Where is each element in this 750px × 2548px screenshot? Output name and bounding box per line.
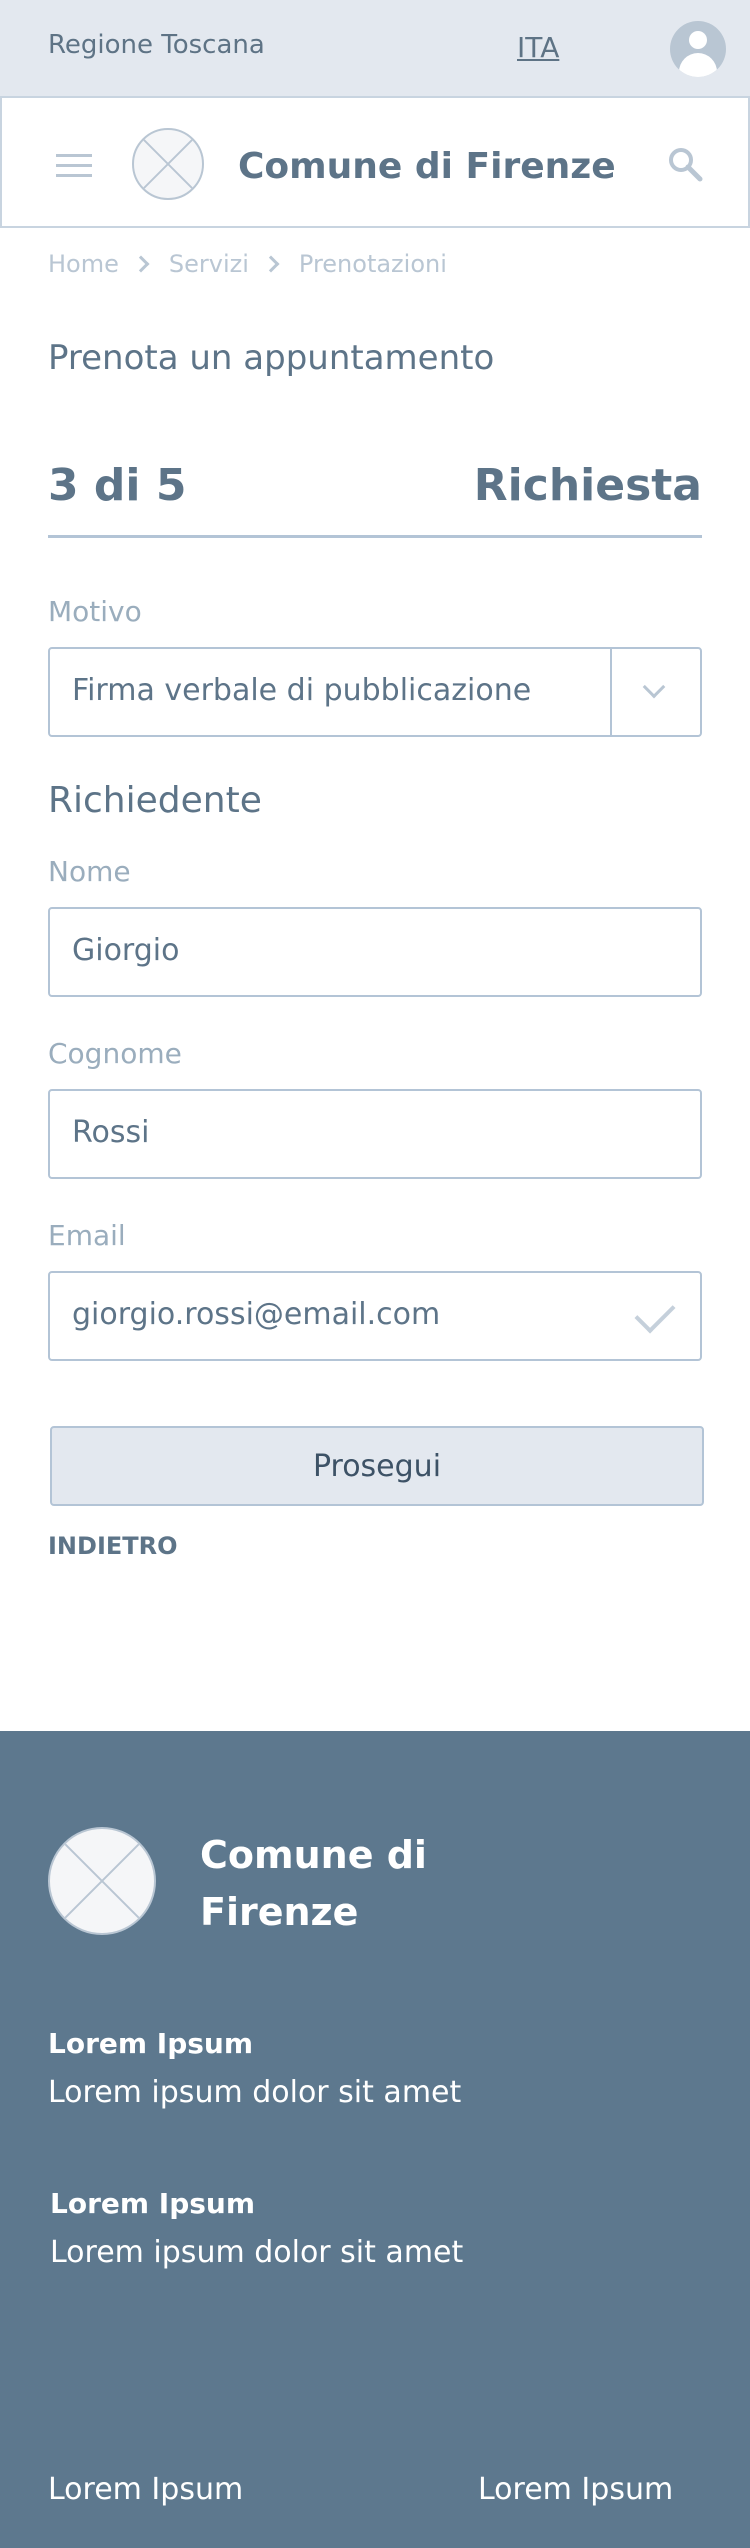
email-label: Email	[48, 1219, 126, 1252]
last-name-field[interactable]: Rossi	[48, 1089, 702, 1179]
region-name[interactable]: Regione Toscana	[48, 30, 265, 60]
search-icon[interactable]	[667, 146, 703, 182]
back-button[interactable]: INDIETRO	[48, 1532, 178, 1560]
footer-site-name[interactable]: Comune di Firenze	[200, 1827, 440, 1941]
requester-title: Richiedente	[48, 780, 262, 821]
email-field[interactable]: giorgio.rossi@email.com	[48, 1271, 702, 1361]
last-name-value: Rossi	[72, 1115, 150, 1150]
page-title: Prenota un appuntamento	[48, 338, 495, 378]
chevron-right-icon	[132, 255, 150, 273]
reason-label: Motivo	[48, 595, 142, 628]
first-name-value: Giorgio	[72, 933, 180, 968]
avatar-icon[interactable]	[670, 21, 726, 77]
chevron-down-icon[interactable]	[642, 675, 666, 699]
slim-header: Regione Toscana ITA	[0, 0, 750, 97]
step-position: 3 di 5	[48, 460, 187, 511]
breadcrumb: Home Servizi Prenotazioni	[48, 250, 447, 278]
breadcrumb-item-servizi[interactable]: Servizi	[169, 250, 249, 278]
footer-block-heading: Lorem Ipsum	[48, 2027, 254, 2060]
reason-select[interactable]: Firma verbale di pubblicazione	[48, 647, 702, 737]
first-name-label: Nome	[48, 855, 131, 888]
site-name[interactable]: Comune di Firenze	[238, 146, 616, 187]
footer-block-text: Lorem ipsum dolor sit amet	[50, 2235, 464, 2270]
logo-placeholder-icon	[132, 128, 204, 200]
footer-link[interactable]: Lorem Ipsum	[48, 2472, 243, 2507]
footer-logo-placeholder-icon	[48, 1827, 156, 1935]
breadcrumb-item-home[interactable]: Home	[48, 250, 119, 278]
continue-button[interactable]: Prosegui	[50, 1426, 704, 1506]
check-icon	[634, 1292, 676, 1334]
select-divider	[610, 649, 612, 735]
step-indicator: 3 di 5 Richiesta	[48, 460, 702, 538]
step-name: Richiesta	[473, 460, 702, 511]
first-name-field[interactable]: Giorgio	[48, 907, 702, 997]
reason-value: Firma verbale di pubblicazione	[72, 673, 532, 708]
footer-block-heading: Lorem Ipsum	[50, 2187, 256, 2220]
hamburger-icon[interactable]	[56, 154, 92, 178]
center-header: Comune di Firenze	[0, 96, 750, 228]
last-name-label: Cognome	[48, 1037, 182, 1070]
breadcrumb-item-prenotazioni: Prenotazioni	[298, 250, 447, 278]
chevron-right-icon	[262, 255, 280, 273]
footer-link[interactable]: Lorem Ipsum	[478, 2472, 673, 2507]
email-value: giorgio.rossi@email.com	[72, 1297, 441, 1332]
footer-block-text: Lorem ipsum dolor sit amet	[48, 2075, 462, 2110]
footer: Comune di Firenze Lorem Ipsum Lorem ipsu…	[0, 1731, 750, 2548]
language-selector[interactable]: ITA	[517, 31, 559, 64]
